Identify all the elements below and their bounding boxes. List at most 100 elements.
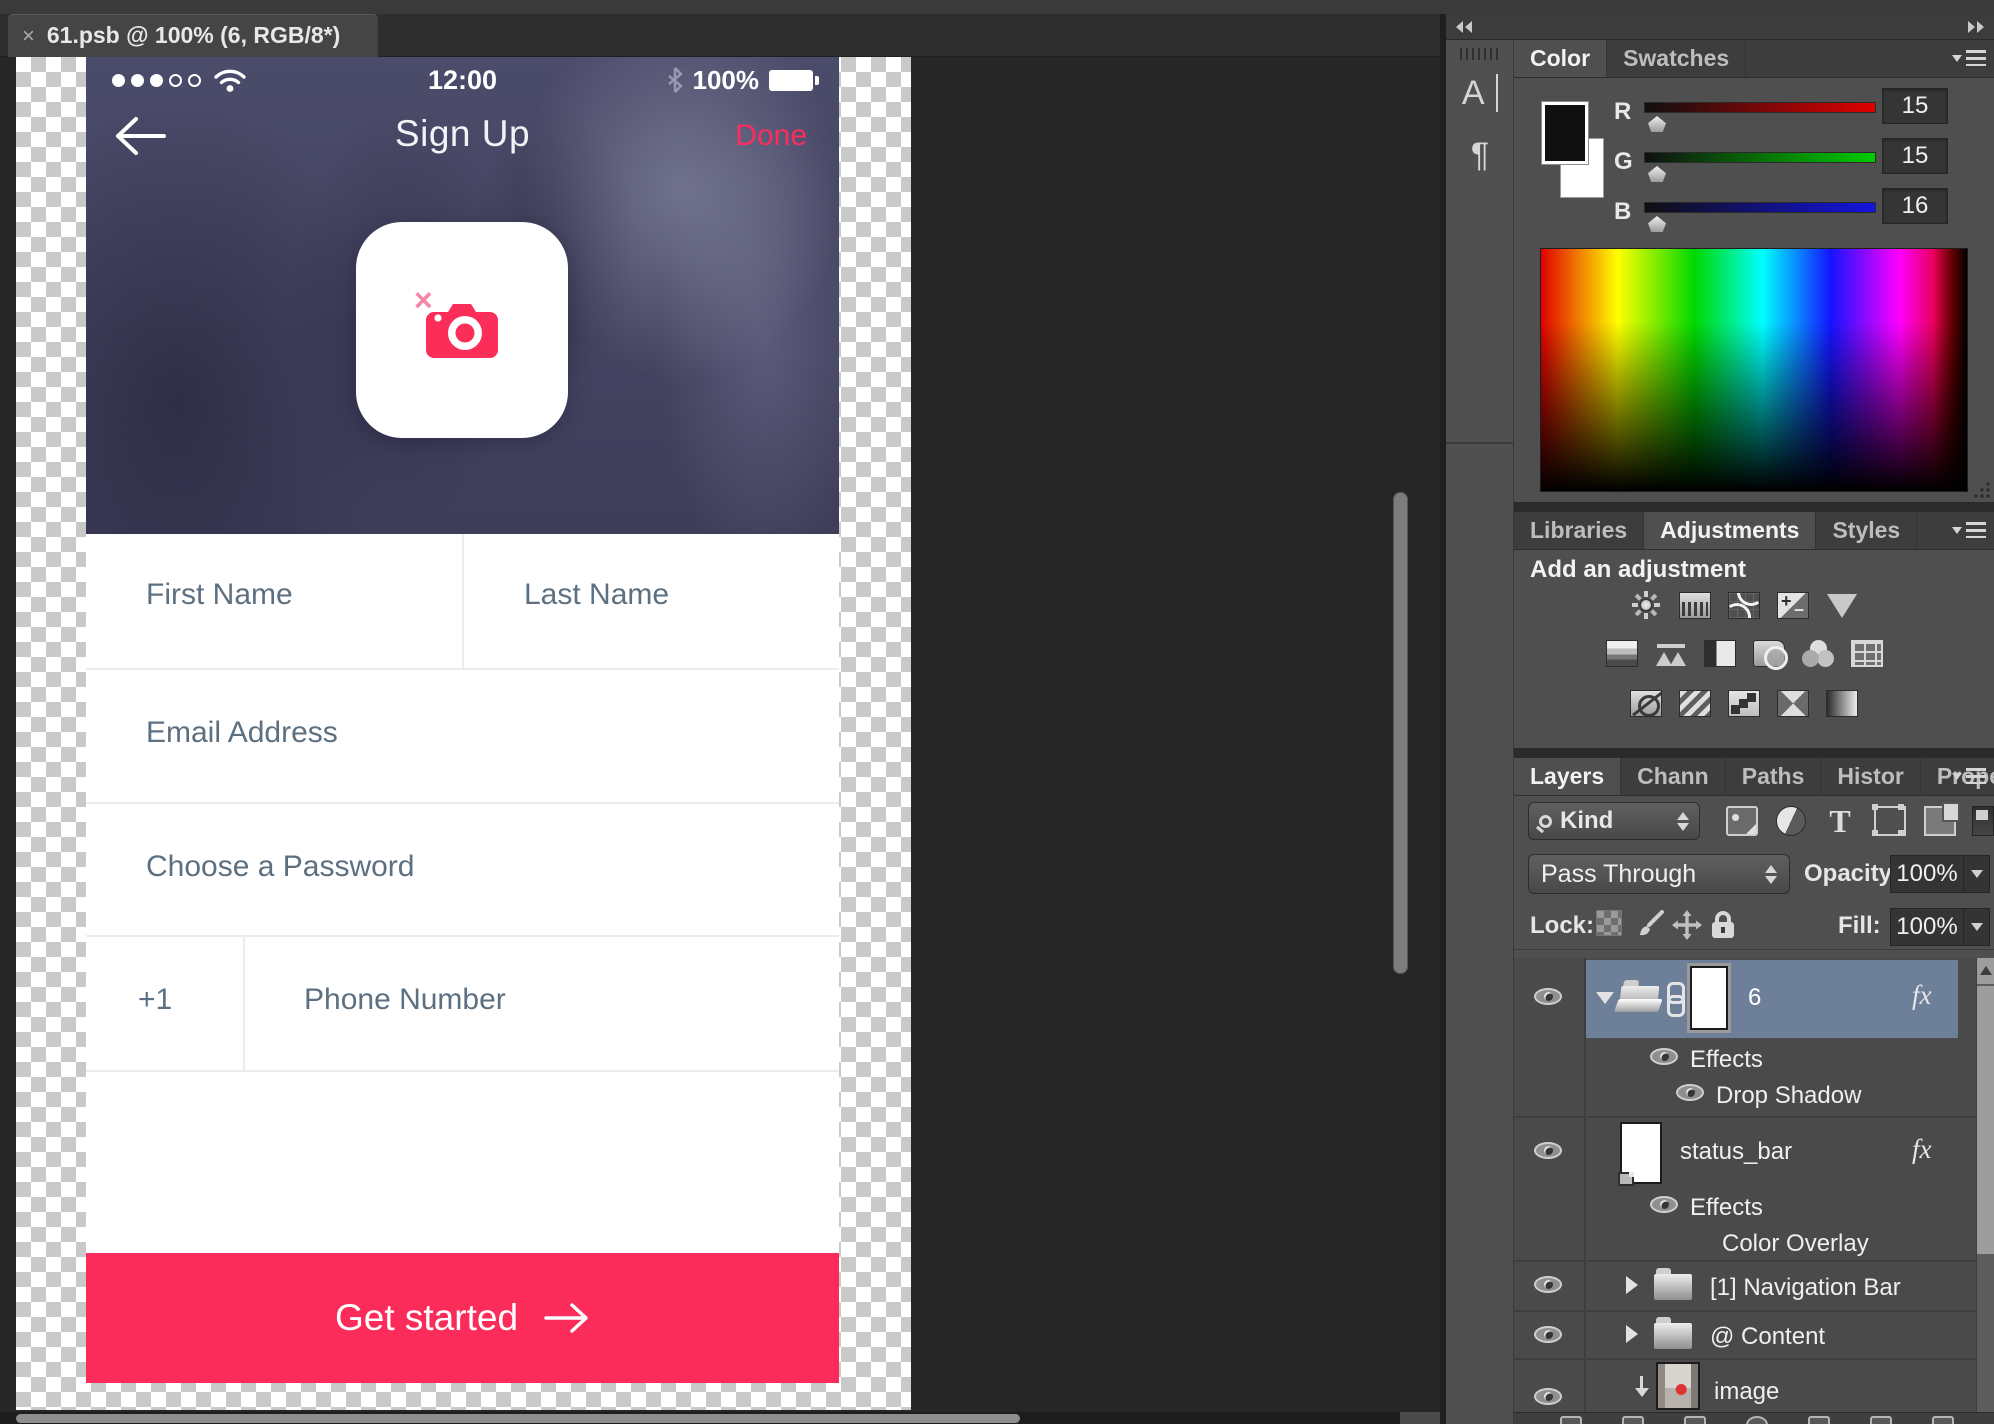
- channel-g-slider[interactable]: [1644, 152, 1876, 163]
- new-group-icon[interactable]: [1808, 1416, 1830, 1424]
- channel-mixer-icon[interactable]: [1802, 640, 1834, 667]
- layer-row-status-bar[interactable]: status_bar fx: [1514, 1118, 1976, 1188]
- layer-thumbnail[interactable]: [1690, 966, 1728, 1030]
- filter-pixel-layers-icon[interactable]: [1726, 806, 1758, 836]
- layer-row-navigation-bar[interactable]: [1] Navigation Bar: [1514, 1262, 1976, 1310]
- character-panel-icon[interactable]: A: [1446, 74, 1514, 113]
- lock-paint-brush-icon[interactable]: [1636, 910, 1666, 938]
- layer-row-content[interactable]: @ Content: [1514, 1312, 1976, 1358]
- effects-eye-icon[interactable]: [1650, 1196, 1678, 1213]
- tab-styles[interactable]: Styles: [1816, 512, 1917, 549]
- photo-upload-card[interactable]: ×: [356, 222, 568, 438]
- channel-r-slider[interactable]: [1644, 102, 1876, 113]
- delete-layer-icon[interactable]: [1932, 1416, 1954, 1424]
- expand-panels-icon[interactable]: [1968, 21, 1984, 33]
- layer-name[interactable]: image: [1714, 1378, 1779, 1406]
- layer-name[interactable]: [1] Navigation Bar: [1710, 1274, 1901, 1302]
- filter-shape-layers-icon[interactable]: [1874, 806, 1906, 836]
- tab-adjustments[interactable]: Adjustments: [1644, 512, 1816, 549]
- password-input[interactable]: Choose a Password: [146, 850, 414, 884]
- color-spectrum-picker[interactable]: [1540, 248, 1968, 492]
- filter-kind-dropdown[interactable]: Kind: [1528, 802, 1700, 840]
- fx-badge[interactable]: fx: [1912, 980, 1932, 1011]
- selective-color-icon[interactable]: [1777, 690, 1809, 717]
- hue-saturation-icon[interactable]: [1606, 640, 1638, 667]
- channel-g-value[interactable]: 15: [1882, 138, 1948, 174]
- visibility-eye-icon[interactable]: [1534, 1142, 1562, 1159]
- layer-row-group-6[interactable]: 6 fx: [1514, 960, 1976, 1038]
- tab-channels[interactable]: Chann: [1621, 758, 1726, 795]
- last-name-input[interactable]: Last Name: [524, 578, 669, 612]
- tab-layers[interactable]: Layers: [1514, 758, 1621, 795]
- channel-g-thumb[interactable]: [1648, 166, 1666, 182]
- new-layer-icon[interactable]: [1870, 1416, 1892, 1424]
- tab-swatches[interactable]: Swatches: [1607, 40, 1746, 77]
- link-layers-icon[interactable]: [1560, 1416, 1582, 1424]
- posterize-icon[interactable]: [1679, 690, 1711, 717]
- opacity-dropdown-icon[interactable]: [1963, 856, 1989, 892]
- first-name-input[interactable]: First Name: [146, 578, 293, 612]
- filter-adjustment-layers-icon[interactable]: [1776, 806, 1806, 836]
- layers-panel-menu-icon[interactable]: [1952, 768, 1986, 784]
- layer-row-effects[interactable]: Effects: [1514, 1040, 1976, 1076]
- lock-all-icon[interactable]: [1710, 910, 1736, 940]
- filter-smart-objects-icon[interactable]: [1924, 806, 1956, 836]
- layer-list-scrollbar[interactable]: [1976, 958, 1994, 1412]
- layer-name[interactable]: 6: [1748, 984, 1761, 1012]
- group-disclosure-icon[interactable]: [1596, 992, 1614, 1004]
- exposure-icon[interactable]: [1777, 592, 1809, 619]
- horizontal-scroll-thumb[interactable]: [16, 1414, 1020, 1423]
- layer-style-icon[interactable]: [1622, 1416, 1644, 1424]
- strip-grip[interactable]: [1460, 48, 1500, 60]
- done-button[interactable]: Done: [735, 119, 807, 153]
- drop-shadow-eye-icon[interactable]: [1676, 1084, 1704, 1101]
- document-tab[interactable]: × 61.psb @ 100% (6, RGB/8*): [8, 14, 378, 57]
- curves-icon[interactable]: [1728, 592, 1760, 619]
- fx-badge[interactable]: fx: [1912, 1134, 1932, 1165]
- levels-icon[interactable]: [1679, 592, 1711, 619]
- filter-type-layers-icon[interactable]: T: [1824, 806, 1856, 836]
- color-panel-menu-icon[interactable]: [1952, 50, 1986, 66]
- vibrance-icon[interactable]: [1826, 592, 1858, 619]
- color-lookup-icon[interactable]: [1851, 640, 1883, 667]
- layer-row-drop-shadow[interactable]: Drop Shadow: [1514, 1076, 1976, 1112]
- tab-libraries[interactable]: Libraries: [1514, 512, 1644, 549]
- layer-name[interactable]: @ Content: [1710, 1323, 1825, 1351]
- tab-color[interactable]: Color: [1514, 40, 1607, 77]
- effects-eye-icon[interactable]: [1650, 1048, 1678, 1065]
- channel-b-slider[interactable]: [1644, 202, 1876, 213]
- brightness-contrast-icon[interactable]: [1630, 592, 1662, 619]
- channel-r-thumb[interactable]: [1648, 116, 1666, 132]
- scroll-up-arrow[interactable]: [1977, 958, 1994, 984]
- layer-row-effects[interactable]: Effects: [1514, 1188, 1976, 1224]
- opacity-value-box[interactable]: 100%: [1890, 855, 1990, 893]
- layer-name[interactable]: status_bar: [1680, 1138, 1792, 1166]
- tab-history[interactable]: Histor: [1821, 758, 1920, 795]
- collapse-panels-icon[interactable]: [1456, 21, 1472, 33]
- gradient-map-icon[interactable]: [1826, 690, 1858, 717]
- group-disclosure-icon[interactable]: [1626, 1325, 1638, 1343]
- fill-value-box[interactable]: 100%: [1890, 908, 1990, 946]
- channel-r-value[interactable]: 15: [1882, 88, 1948, 124]
- blend-mode-dropdown[interactable]: Pass Through: [1528, 854, 1790, 894]
- visibility-eye-icon[interactable]: [1534, 1276, 1562, 1293]
- tab-close-icon[interactable]: ×: [22, 25, 35, 47]
- photo-filter-icon[interactable]: [1753, 640, 1785, 667]
- lock-transparency-icon[interactable]: [1596, 910, 1622, 936]
- threshold-icon[interactable]: [1728, 690, 1760, 717]
- foreground-color-swatch[interactable]: [1542, 102, 1588, 164]
- adjustments-panel-menu-icon[interactable]: [1952, 522, 1986, 538]
- tab-paths[interactable]: Paths: [1726, 758, 1822, 795]
- country-code-field[interactable]: +1: [138, 983, 172, 1017]
- panel-group-divider[interactable]: [1514, 502, 1994, 512]
- paragraph-panel-icon[interactable]: ¶: [1446, 136, 1514, 175]
- layer-row-color-overlay[interactable]: Color Overlay: [1514, 1224, 1976, 1260]
- panel-resize-grip[interactable]: [1974, 482, 1990, 498]
- lock-position-icon[interactable]: [1672, 910, 1702, 940]
- panel-group-divider[interactable]: [1514, 748, 1994, 758]
- invert-icon[interactable]: [1630, 690, 1662, 717]
- email-input[interactable]: Email Address: [146, 716, 338, 750]
- canvas-vertical-scrollbar[interactable]: [1393, 492, 1408, 974]
- filter-toggle-icon[interactable]: [1972, 806, 1994, 836]
- layer-row-image[interactable]: image: [1514, 1360, 1976, 1412]
